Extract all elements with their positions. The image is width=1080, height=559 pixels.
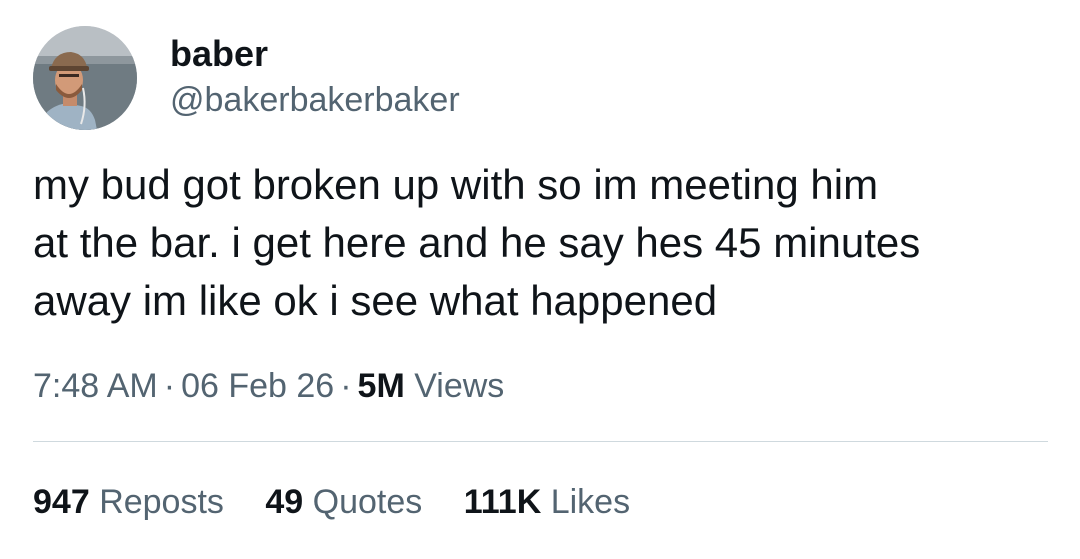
avatar-photo-icon bbox=[33, 26, 137, 130]
avatar[interactable] bbox=[33, 26, 137, 130]
tweet-time[interactable]: 7:48 AM bbox=[33, 367, 158, 405]
views-count[interactable]: 5M bbox=[358, 367, 405, 405]
likes-stat[interactable]: 111K Likes bbox=[464, 480, 630, 524]
tweet-meta: 7:48 AM · 06 Feb 26 · 5M Views bbox=[33, 364, 504, 408]
author-display-name[interactable]: baber bbox=[170, 34, 268, 74]
engagement-stats: 947 Reposts 49 Quotes 111K Likes bbox=[33, 480, 662, 524]
quotes-label: Quotes bbox=[312, 483, 423, 521]
tweet-text-line: my bud got broken up with so im meeting … bbox=[33, 161, 879, 208]
quotes-stat[interactable]: 49 Quotes bbox=[265, 480, 422, 524]
author-handle[interactable]: @bakerbakerbaker bbox=[170, 80, 460, 120]
tweet-date[interactable]: 06 Feb 26 bbox=[181, 367, 334, 405]
tweet-card: baber @bakerbakerbaker my bud got broken… bbox=[0, 0, 1080, 559]
reposts-count: 947 bbox=[33, 483, 90, 521]
tweet-text-line: at the bar. i get here and he say hes 45… bbox=[33, 219, 921, 266]
tweet-text-line: away im like ok i see what happened bbox=[33, 277, 718, 324]
meta-separator: · bbox=[163, 367, 176, 405]
reposts-label: Reposts bbox=[99, 483, 224, 521]
quotes-count: 49 bbox=[265, 483, 304, 521]
reposts-stat[interactable]: 947 Reposts bbox=[33, 480, 224, 524]
tweet-text: my bud got broken up with so im meeting … bbox=[33, 156, 1043, 330]
likes-count: 111K bbox=[463, 483, 542, 521]
meta-separator: · bbox=[340, 367, 352, 405]
likes-label: Likes bbox=[550, 483, 631, 521]
views-label[interactable]: Views bbox=[414, 367, 504, 405]
divider bbox=[33, 441, 1048, 442]
